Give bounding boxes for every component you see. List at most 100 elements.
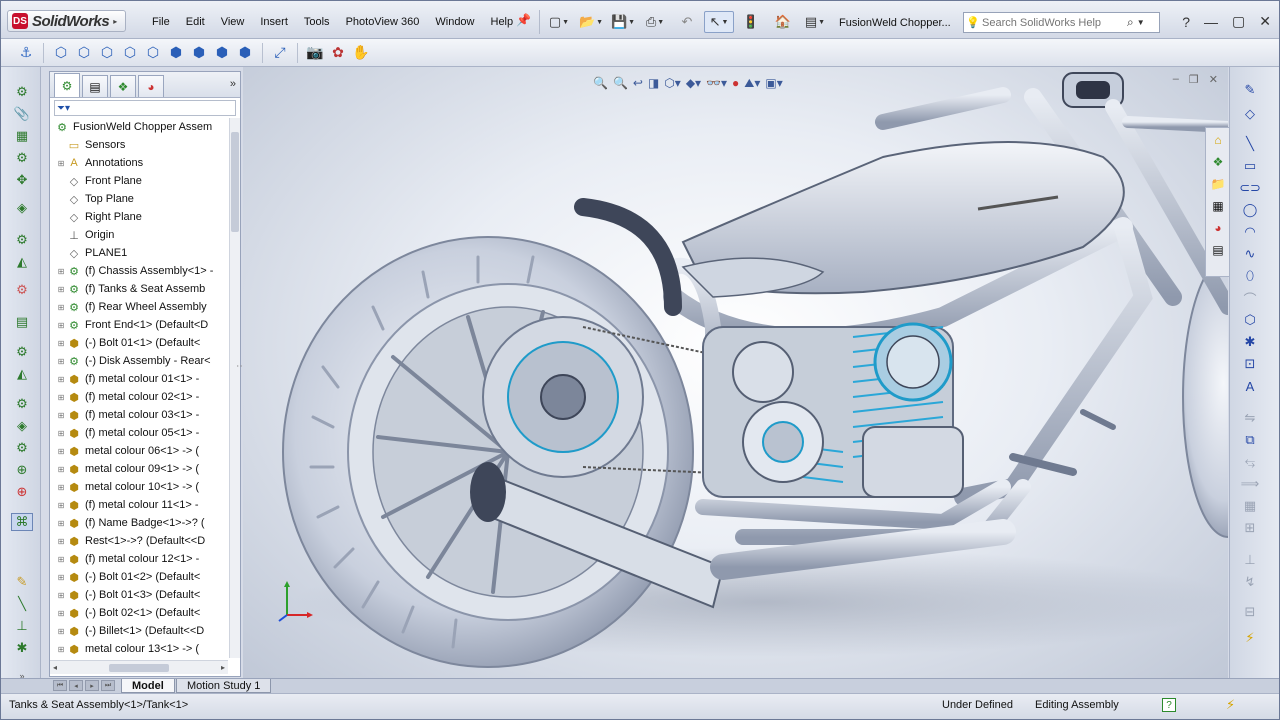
expand-icon[interactable]: ⊞ — [56, 591, 66, 600]
help-icon[interactable]: ? — [1162, 698, 1176, 712]
zoom-to-area-icon[interactable]: 🔍 — [613, 76, 628, 90]
expand-icon[interactable]: ⊞ — [56, 555, 66, 564]
zoom-to-fit-icon[interactable]: 🔍 — [593, 76, 608, 90]
expand-icon[interactable]: ⊞ — [56, 267, 66, 276]
next-tab-icon[interactable]: ▸ — [85, 680, 99, 691]
circle-tool-icon[interactable]: ◯ — [1236, 201, 1264, 219]
camera-icon[interactable]: 📷 — [304, 42, 326, 64]
hide-show-items-icon[interactable]: 👓▾ — [706, 76, 727, 90]
tree-item[interactable]: ⊞ ⬢ metal colour 13<1> -> ( — [50, 640, 228, 658]
extend-tool-icon[interactable]: ⟹ — [1236, 475, 1264, 493]
tab-feature-manager[interactable]: ⚙ — [54, 73, 80, 97]
explode-line-sketch-icon[interactable]: ◭ — [11, 365, 33, 383]
tree-horizontal-scrollbar[interactable]: ◂ ▸ — [50, 660, 228, 674]
select-button[interactable]: ↖ ▼ — [704, 11, 734, 33]
save-button[interactable]: 💾 ▼ — [608, 11, 638, 33]
expand-icon[interactable]: ⊞ — [56, 357, 66, 366]
new-document-button[interactable]: ▢ ▼ — [544, 11, 574, 33]
tree-item[interactable]: ⊞ ⬢ (f) metal colour 01<1> - — [50, 370, 228, 388]
tree-item[interactable]: ◇ Right Plane — [50, 208, 228, 226]
tree-item[interactable]: ⊞ ⬢ (-) Bolt 01<2> (Default< — [50, 568, 228, 586]
view-orientation-icon[interactable]: ⬡▾ — [664, 76, 681, 90]
minimize-icon[interactable]: — — [1204, 14, 1218, 30]
custom-properties-icon[interactable]: ▤ — [1207, 240, 1229, 260]
instant3d-icon[interactable]: ⊕ — [11, 461, 33, 479]
text-tool-icon[interactable]: A — [1236, 377, 1264, 395]
view-right-icon[interactable]: ⬡ — [119, 42, 141, 64]
viewport-minimize-icon[interactable]: – — [1173, 73, 1179, 86]
expand-icon[interactable]: ⊞ — [56, 285, 66, 294]
polygon-tool-icon[interactable]: ⬡ — [1236, 311, 1264, 329]
tree-vertical-scrollbar[interactable] — [229, 118, 240, 658]
tree-item[interactable]: ⊥ Origin — [50, 226, 228, 244]
expand-icon[interactable]: ⊞ — [56, 627, 66, 636]
scroll-thumb[interactable] — [109, 663, 169, 672]
tree-item[interactable]: ⊞ ⬢ Rest<1>->? (Default<<D — [50, 532, 228, 550]
line-icon[interactable]: ╲ — [11, 595, 33, 613]
pattern-tool-icon[interactable]: ▦ — [1236, 497, 1264, 515]
view-bottom-icon[interactable]: ⬢ — [165, 42, 187, 64]
tab-configuration-manager[interactable]: ❖ — [110, 75, 136, 97]
sketch-icon[interactable]: ✎ — [1236, 81, 1264, 99]
solidworks-resources-icon[interactable]: ⌂ — [1207, 130, 1229, 150]
clearance-verification-icon[interactable]: ◈ — [11, 417, 33, 435]
hole-alignment-icon[interactable]: ⚙ — [11, 439, 33, 457]
menu-window[interactable]: Window — [427, 14, 482, 30]
insert-component-icon[interactable]: ⚙ — [11, 83, 33, 101]
pin-menu-icon[interactable]: 📌 — [516, 13, 531, 27]
tree-root[interactable]: ⚙ FusionWeld Chopper Assem — [50, 118, 228, 136]
render-icon[interactable]: ✿ — [327, 42, 349, 64]
tree-item[interactable]: ⊞ ⬢ (-) Bolt 01<1> (Default< — [50, 334, 228, 352]
arc-tool-icon[interactable]: ◠ — [1236, 223, 1264, 241]
file-properties-button[interactable]: 🏠 — [768, 11, 798, 33]
tree-item[interactable]: ⊞ ⬢ metal colour 06<1> -> ( — [50, 442, 228, 460]
open-button[interactable]: 📂 ▼ — [576, 11, 606, 33]
origin-point-icon[interactable]: ⊥ — [11, 617, 33, 635]
expand-icon[interactable]: ⊞ — [56, 645, 66, 654]
tree-filter[interactable]: ⏷▾ — [54, 100, 236, 116]
view-trimetric-icon[interactable]: ⬢ — [211, 42, 233, 64]
view-dimetric-icon[interactable]: ⬢ — [234, 42, 256, 64]
large-design-review-icon[interactable]: ⌘ — [11, 513, 33, 531]
fillet-tool-icon[interactable]: ⌒ — [1236, 289, 1264, 307]
solidworks-logo-button[interactable]: DS SolidWorks ▸ — [7, 10, 127, 32]
undo-button[interactable]: ↶ — [672, 11, 702, 33]
view-left-icon[interactable]: ⬡ — [96, 42, 118, 64]
tab-property-manager[interactable]: ▤ — [82, 75, 108, 97]
menu-view[interactable]: View — [213, 14, 253, 30]
mate-icon[interactable]: 📎 — [11, 105, 33, 123]
first-tab-icon[interactable]: ⏮ — [53, 680, 67, 691]
fix-tool-icon[interactable]: ↯ — [1236, 573, 1264, 591]
tab-display-manager[interactable]: ◕ — [138, 75, 164, 97]
tree-item[interactable]: ⊞ ⚙ (-) Disk Assembly - Rear< — [50, 352, 228, 370]
trim-tool-icon[interactable]: ⥃ — [1236, 453, 1264, 471]
tree-item[interactable]: ⊞ ⬢ (f) metal colour 05<1> - — [50, 424, 228, 442]
anchor-icon[interactable]: ⚓ — [15, 42, 37, 64]
quick-snaps-icon[interactable]: ⊟ — [1236, 603, 1264, 621]
tree-item[interactable]: ⊞ ⚙ (f) Chassis Assembly<1> - — [50, 262, 228, 280]
view-isometric-icon[interactable]: ⬢ — [188, 42, 210, 64]
rectangle-tool-icon[interactable]: ▭ — [1236, 157, 1264, 175]
expand-icon[interactable]: ⊞ — [56, 609, 66, 618]
rebuild-button[interactable]: 🚦 — [736, 11, 766, 33]
tree-item[interactable]: ⊞ ⬢ (f) metal colour 03<1> - — [50, 406, 228, 424]
expand-icon[interactable]: ⊞ — [56, 429, 66, 438]
menu-insert[interactable]: Insert — [252, 14, 296, 30]
new-motion-study-icon[interactable]: ⚙ — [11, 281, 33, 299]
tree-item[interactable]: ⊞ ⚙ Front End<1> (Default<D — [50, 316, 228, 334]
previous-view-icon[interactable]: ↩ — [633, 76, 643, 90]
tree-item[interactable]: ⊞ ⬢ (-) Bolt 02<1> (Default< — [50, 604, 228, 622]
expand-icon[interactable]: ⊞ — [56, 303, 66, 312]
view-settings-icon[interactable]: ▣▾ — [765, 76, 782, 90]
expand-icon[interactable]: ⊞ — [56, 321, 66, 330]
menu-edit[interactable]: Edit — [178, 14, 213, 30]
close-icon[interactable]: ✕ — [1259, 13, 1271, 30]
design-library-icon[interactable]: ❖ — [1207, 152, 1229, 172]
options-button[interactable]: ▤ ▼ — [800, 11, 830, 33]
rapid-sketch-icon[interactable]: ⚡ — [1236, 629, 1264, 647]
search-box[interactable]: 💡 ⌕ ▼ — [963, 12, 1160, 33]
expand-icon[interactable]: ⊞ — [56, 537, 66, 546]
expand-icon[interactable]: ⊞ — [56, 519, 66, 528]
slot-tool-icon[interactable]: ⊂⊃ — [1236, 179, 1264, 197]
search-icon[interactable]: ⌕ — [1127, 15, 1134, 30]
